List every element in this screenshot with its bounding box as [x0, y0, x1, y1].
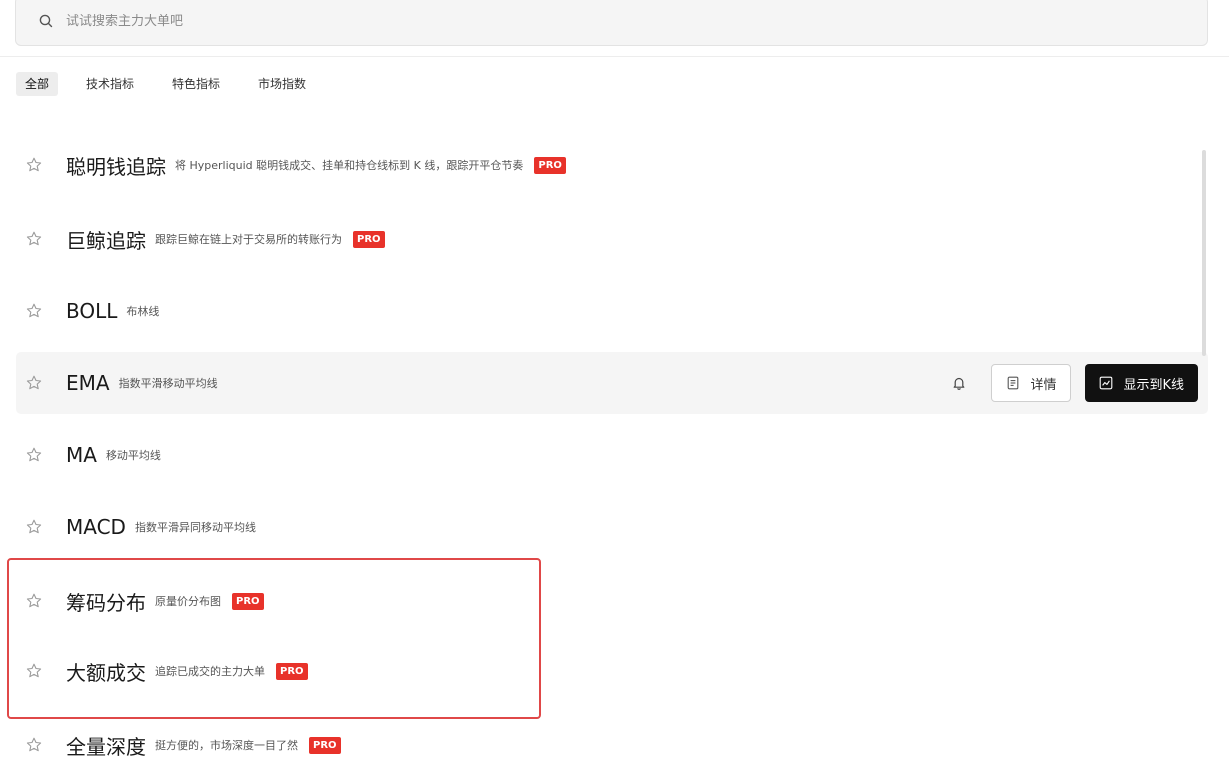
- indicator-name: EMA: [66, 371, 110, 395]
- tab-featured[interactable]: 特色指标: [163, 72, 229, 96]
- indicator-description: 移动平均线: [105, 449, 161, 462]
- indicator-name: 聪明钱追踪: [66, 154, 166, 179]
- indicator-row-macd[interactable]: MACD 指数平滑异同移动平均线: [16, 496, 1208, 558]
- indicator-row-smart-money[interactable]: 聪明钱追踪 将 Hyperliquid 聪明钱成交、挂单和持仓线标到 K 线，跟…: [16, 134, 1208, 196]
- indicator-row-large-trades[interactable]: 大额成交 追踪已成交的主力大单 PRO: [16, 640, 1208, 702]
- star-icon[interactable]: [25, 156, 43, 174]
- star-icon[interactable]: [25, 518, 43, 536]
- bell-icon[interactable]: [951, 375, 967, 391]
- indicator-name: 大额成交: [66, 660, 146, 685]
- indicator-row-ma[interactable]: MA 移动平均线: [16, 424, 1208, 486]
- pro-badge: PRO: [534, 156, 566, 174]
- tab-market-index[interactable]: 市场指数: [249, 72, 315, 96]
- star-icon[interactable]: [25, 230, 43, 248]
- indicator-description: 指数平滑异同移动平均线: [134, 521, 256, 534]
- indicator-row-boll[interactable]: BOLL 布林线: [16, 280, 1208, 342]
- search-bar[interactable]: [15, 0, 1208, 46]
- pro-badge: PRO: [276, 662, 308, 680]
- star-icon[interactable]: [25, 662, 43, 680]
- indicator-description: 追踪已成交的主力大单: [155, 665, 265, 678]
- detail-button[interactable]: 详情: [991, 364, 1072, 402]
- star-icon[interactable]: [25, 736, 43, 754]
- row-actions: 详情 显示到K线: [951, 364, 1198, 402]
- list-scrollbar[interactable]: [1202, 150, 1206, 356]
- star-icon[interactable]: [25, 592, 43, 610]
- indicator-row-whale[interactable]: 巨鲸追踪 跟踪巨鲸在链上对于交易所的转账行为 PRO: [16, 208, 1208, 270]
- line-chart-icon: [1099, 376, 1113, 390]
- pro-badge: PRO: [232, 592, 264, 610]
- search-icon: [38, 13, 54, 29]
- indicator-row-chip-distribution[interactable]: 筹码分布 原量价分布图 PRO: [16, 570, 1208, 632]
- category-tabs: 全部 技术指标 特色指标 市场指数: [16, 71, 335, 97]
- indicator-description: 原量价分布图: [155, 595, 221, 608]
- star-icon[interactable]: [25, 446, 43, 464]
- detail-button-label: 详情: [1030, 377, 1057, 393]
- indicator-description: 跟踪巨鲸在链上对于交易所的转账行为: [155, 233, 342, 246]
- indicator-name: MA: [66, 443, 97, 467]
- indicator-name: BOLL: [66, 299, 118, 323]
- indicator-name: MACD: [66, 515, 126, 539]
- indicator-description: 挺方便的，市场深度一目了然: [155, 739, 298, 752]
- pro-badge: PRO: [353, 230, 385, 248]
- indicator-row-full-depth[interactable]: 全量深度 挺方便的，市场深度一目了然 PRO: [16, 714, 1208, 768]
- tab-all[interactable]: 全部: [16, 72, 59, 96]
- indicator-description: 将 Hyperliquid 聪明钱成交、挂单和持仓线标到 K 线，跟踪开平仓节奏: [175, 159, 524, 172]
- star-icon[interactable]: [25, 302, 43, 320]
- search-input[interactable]: [66, 13, 666, 29]
- indicator-description: 布林线: [126, 305, 160, 318]
- indicator-name: 巨鲸追踪: [66, 228, 146, 253]
- indicator-description: 指数平滑移动平均线: [118, 377, 218, 390]
- star-icon[interactable]: [25, 374, 43, 392]
- tab-technical[interactable]: 技术指标: [77, 72, 143, 96]
- indicator-name: 全量深度: [66, 734, 146, 759]
- show-button-label: 显示到K线: [1123, 377, 1184, 393]
- pro-badge: PRO: [309, 736, 341, 754]
- indicator-name: 筹码分布: [66, 590, 146, 615]
- header-divider: [0, 56, 1229, 57]
- show-on-kline-button[interactable]: 显示到K线: [1085, 364, 1198, 402]
- document-icon: [1006, 376, 1020, 390]
- indicator-row-ema[interactable]: EMA 指数平滑移动平均线 详情 显示到K线: [16, 352, 1208, 414]
